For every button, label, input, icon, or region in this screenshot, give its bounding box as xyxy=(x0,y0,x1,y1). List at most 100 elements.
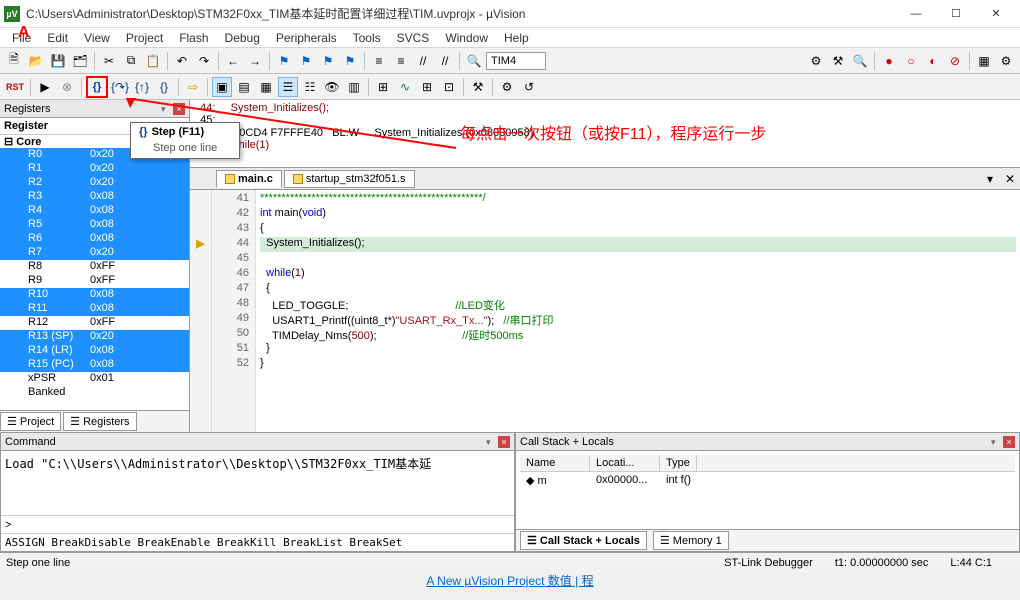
panel-close-icon[interactable]: × xyxy=(1003,436,1015,448)
register-row[interactable]: R40x08 xyxy=(0,204,189,218)
register-row[interactable]: R110x08 xyxy=(0,302,189,316)
register-row[interactable]: R100x08 xyxy=(0,288,189,302)
stop-button[interactable]: ⊗ xyxy=(57,77,77,97)
menu-edit[interactable]: Edit xyxy=(39,29,76,47)
run-button[interactable]: ▶ xyxy=(35,77,55,97)
bookmark-next-icon[interactable]: ⚑ xyxy=(318,51,338,71)
register-row[interactable]: R13 (SP)0x20 xyxy=(0,330,189,344)
tab-close-icon[interactable]: ✕ xyxy=(1000,169,1020,189)
memory-window-icon[interactable]: ▥ xyxy=(344,77,364,97)
maximize-button[interactable]: ☐ xyxy=(936,2,976,26)
nav-fwd-icon[interactable]: → xyxy=(245,51,265,71)
window-icon[interactable]: ▦ xyxy=(974,51,994,71)
pin-icon[interactable] xyxy=(161,103,171,113)
menu-svcs[interactable]: SVCS xyxy=(389,29,438,47)
register-row[interactable]: R10x20 xyxy=(0,162,189,176)
callstack-column-header[interactable]: Name xyxy=(520,455,590,471)
system-viewer-icon[interactable]: ⊡ xyxy=(439,77,459,97)
minimize-button[interactable]: — xyxy=(896,2,936,26)
pin-icon[interactable] xyxy=(991,436,1001,446)
paste-icon[interactable]: 📋 xyxy=(143,51,163,71)
menu-tools[interactable]: Tools xyxy=(345,29,389,47)
breakpoint-insert-icon[interactable]: ● xyxy=(879,51,899,71)
register-row[interactable]: R14 (LR)0x08 xyxy=(0,344,189,358)
register-row[interactable]: R60x08 xyxy=(0,232,189,246)
uncomment-icon[interactable]: // xyxy=(435,51,455,71)
register-row[interactable]: xPSR0x01 xyxy=(0,372,189,386)
target-combo[interactable]: TIM4 xyxy=(486,52,546,70)
copy-icon[interactable]: ⧉ xyxy=(121,51,141,71)
tab-dropdown-icon[interactable]: ▾ xyxy=(980,169,1000,189)
config-icon[interactable]: ⚙ xyxy=(996,51,1016,71)
bookmark-clear-icon[interactable]: ⚑ xyxy=(340,51,360,71)
code-editor[interactable]: ▶ 414243444546474849505152 *************… xyxy=(190,190,1020,432)
debug-restore-icon[interactable]: ↺ xyxy=(519,77,539,97)
panel-close-icon[interactable]: × xyxy=(173,103,185,115)
register-row[interactable]: R70x20 xyxy=(0,246,189,260)
undo-icon[interactable]: ↶ xyxy=(172,51,192,71)
register-row[interactable]: R50x08 xyxy=(0,218,189,232)
file-tab[interactable]: startup_stm32f051.s xyxy=(284,170,415,188)
disassembly-view[interactable]: 44: System_Initializes(); 45: ⇨0x08000CD… xyxy=(190,100,1020,168)
serial-window-icon[interactable]: ⊞ xyxy=(373,77,393,97)
save-all-icon[interactable]: 🗂 xyxy=(70,51,90,71)
redo-icon[interactable]: ↷ xyxy=(194,51,214,71)
run-to-cursor-button[interactable]: {} xyxy=(154,77,174,97)
callstack-row[interactable]: ◆ m 0x00000... int f() xyxy=(520,472,1015,489)
callstack-column-header[interactable]: Type xyxy=(660,455,697,471)
menu-help[interactable]: Help xyxy=(496,29,537,47)
panel-tab-project[interactable]: ☰ Project xyxy=(0,412,61,431)
disasm-window-icon[interactable]: ▤ xyxy=(234,77,254,97)
rebuild-icon[interactable]: ⚒ xyxy=(828,51,848,71)
comment-icon[interactable]: // xyxy=(413,51,433,71)
toolbox-icon[interactable]: ⚒ xyxy=(468,77,488,97)
bookmark-icon[interactable]: ⚑ xyxy=(274,51,294,71)
pin-icon[interactable] xyxy=(486,436,496,446)
watch-window-icon[interactable]: 👁 xyxy=(322,77,342,97)
menu-project[interactable]: Project xyxy=(118,29,171,47)
show-next-icon[interactable]: ⇨ xyxy=(183,77,203,97)
debug-settings-icon[interactable]: ⚙ xyxy=(497,77,517,97)
register-row[interactable]: R15 (PC)0x08 xyxy=(0,358,189,372)
breakpoint-kill-icon[interactable]: ⊘ xyxy=(945,51,965,71)
find-icon[interactable]: 🔍 xyxy=(464,51,484,71)
step-button[interactable]: {} xyxy=(86,76,108,98)
close-button[interactable]: ✕ xyxy=(976,2,1016,26)
footer-link[interactable]: A New µVision Project 数值 | 程 xyxy=(0,572,1020,589)
panel-tab-registers[interactable]: ☰ Registers xyxy=(63,412,136,431)
callstack-tab[interactable]: ☰ Memory 1 xyxy=(653,531,729,550)
menu-window[interactable]: Window xyxy=(437,29,496,47)
step-over-button[interactable]: {↷} xyxy=(110,77,130,97)
indent-icon[interactable]: ≡ xyxy=(369,51,389,71)
register-row[interactable]: Banked xyxy=(0,386,189,400)
register-row[interactable]: R80xFF xyxy=(0,260,189,274)
trace-window-icon[interactable]: ⊞ xyxy=(417,77,437,97)
file-tab[interactable]: main.c xyxy=(216,170,282,188)
callstack-window-icon[interactable]: ☷ xyxy=(300,77,320,97)
registers-window-icon[interactable]: ☰ xyxy=(278,77,298,97)
symbols-window-icon[interactable]: ▦ xyxy=(256,77,276,97)
register-row[interactable]: R30x08 xyxy=(0,190,189,204)
bookmark-prev-icon[interactable]: ⚑ xyxy=(296,51,316,71)
callstack-tab[interactable]: ☰ Call Stack + Locals xyxy=(520,531,647,550)
menu-file[interactable]: File xyxy=(4,29,39,47)
menu-debug[interactable]: Debug xyxy=(217,29,268,47)
build-icon[interactable]: ⚙ xyxy=(806,51,826,71)
callstack-column-header[interactable]: Locati... xyxy=(590,455,660,471)
menu-flash[interactable]: Flash xyxy=(171,29,216,47)
cut-icon[interactable]: ✂ xyxy=(99,51,119,71)
menu-view[interactable]: View xyxy=(76,29,118,47)
breakpoint-enable-icon[interactable]: ○ xyxy=(901,51,921,71)
register-row[interactable]: R20x20 xyxy=(0,176,189,190)
nav-back-icon[interactable]: ← xyxy=(223,51,243,71)
open-file-icon[interactable]: 📂 xyxy=(26,51,46,71)
panel-close-icon[interactable]: × xyxy=(498,436,510,448)
reset-button[interactable]: RST xyxy=(4,77,26,97)
register-row[interactable]: R90xFF xyxy=(0,274,189,288)
command-input[interactable]: > xyxy=(1,515,514,533)
new-file-icon[interactable]: 🗎 xyxy=(4,51,24,71)
save-icon[interactable]: 💾 xyxy=(48,51,68,71)
outdent-icon[interactable]: ≡ xyxy=(391,51,411,71)
debug-icon[interactable]: 🔍 xyxy=(850,51,870,71)
step-out-button[interactable]: {↑} xyxy=(132,77,152,97)
